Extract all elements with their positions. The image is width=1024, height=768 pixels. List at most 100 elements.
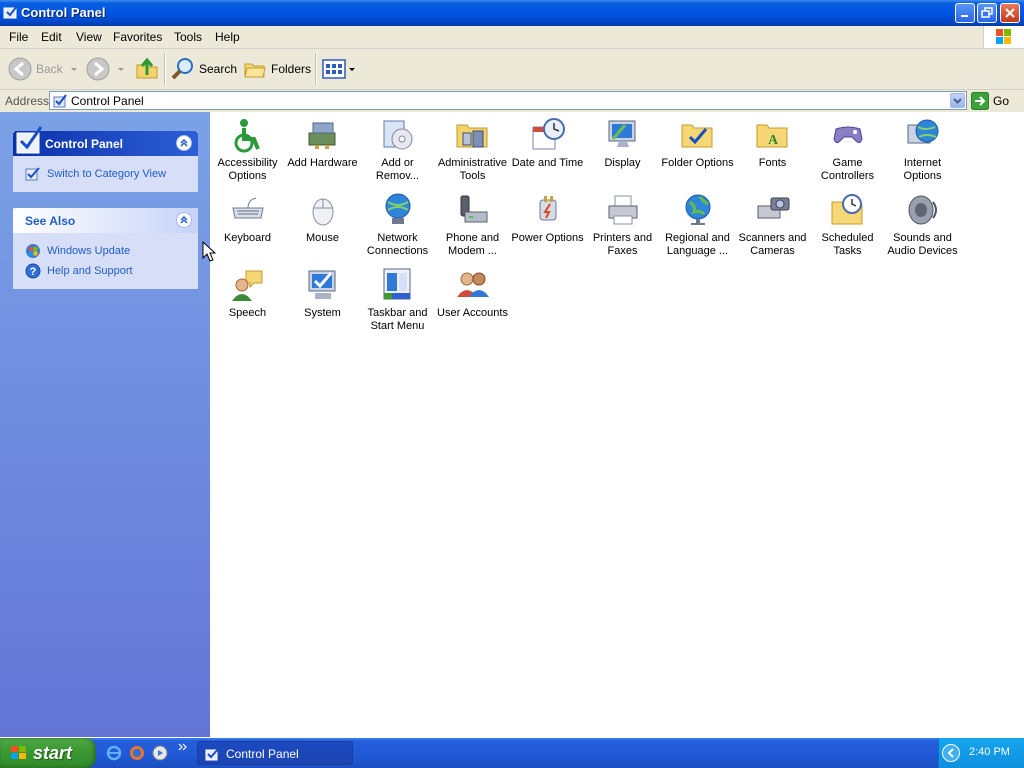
- scanners-and-cameras-item[interactable]: Scanners and Cameras: [735, 189, 810, 261]
- chevron-right-double-icon[interactable]: [178, 742, 188, 752]
- forward-dropdown-icon[interactable]: [116, 64, 126, 74]
- forward-button[interactable]: [86, 55, 126, 83]
- scheduled-tasks-item[interactable]: Scheduled Tasks: [810, 189, 885, 261]
- regional-and-language-item[interactable]: Regional and Language ...: [660, 189, 735, 261]
- views-icon: [322, 59, 346, 79]
- start-button[interactable]: start: [0, 738, 96, 768]
- network-connections-icon: [385, 193, 410, 224]
- taskbar-button-control-panel[interactable]: Control Panel: [197, 741, 353, 765]
- printers-and-faxes-item[interactable]: Printers and Faxes: [585, 189, 660, 261]
- fonts-item[interactable]: A Fonts: [735, 114, 810, 186]
- control-panel-icon: [3, 5, 18, 19]
- go-label: Go: [993, 94, 1010, 108]
- toolbar: Back Search Folders: [0, 49, 1024, 90]
- menu-edit[interactable]: Edit: [41, 30, 62, 44]
- taskbar-start-menu-icon: [383, 268, 410, 300]
- accessibility-options-item[interactable]: Accessibility Options: [210, 114, 285, 186]
- item-label: Printers and Faxes: [592, 232, 653, 257]
- date-time-icon: [532, 118, 565, 150]
- network-connections-item[interactable]: Network Connections: [360, 189, 435, 261]
- keyboard-item[interactable]: Keyboard: [210, 189, 285, 261]
- add-remove-programs-icon: [383, 120, 412, 150]
- game-controllers-item[interactable]: Game Controllers: [810, 114, 885, 186]
- windows-flag-icon: [11, 746, 26, 759]
- windows-logo: [983, 26, 1024, 48]
- taskbar-button-label: Control Panel: [226, 747, 299, 761]
- address-value: Control Panel: [71, 94, 144, 108]
- system-item[interactable]: System: [285, 264, 360, 336]
- menu-tools[interactable]: Tools: [174, 30, 202, 44]
- address-dropdown-button[interactable]: [950, 93, 965, 108]
- display-item[interactable]: Display: [585, 114, 660, 186]
- internet-explorer-icon[interactable]: [106, 745, 122, 761]
- windows-update-link[interactable]: Windows Update: [25, 241, 188, 261]
- restore-button[interactable]: [977, 3, 997, 23]
- speech-item[interactable]: Speech: [210, 264, 285, 336]
- menu-favorites[interactable]: Favorites: [113, 30, 162, 44]
- administrative-tools-item[interactable]: Administrative Tools: [435, 114, 510, 186]
- minimize-icon: [961, 15, 968, 17]
- see-also-title: See Also: [25, 214, 76, 228]
- user-accounts-item[interactable]: User Accounts: [435, 264, 510, 336]
- collapse-button[interactable]: [176, 135, 192, 151]
- see-also-taskbox-header[interactable]: See Also: [13, 208, 198, 233]
- menu-file[interactable]: File: [9, 30, 28, 44]
- minimize-button[interactable]: [955, 3, 975, 23]
- taskbar-and-start-menu-item[interactable]: Taskbar and Start Menu: [360, 264, 435, 336]
- item-label: Speech: [228, 307, 267, 319]
- internet-options-icon: [907, 119, 938, 144]
- item-label: Power Options: [511, 232, 584, 244]
- switch-category-view-link[interactable]: Switch to Category View: [25, 164, 188, 184]
- item-label: Phone and Modem ...: [445, 232, 500, 257]
- back-label: Back: [36, 62, 63, 76]
- media-player-icon[interactable]: [152, 745, 168, 761]
- clock[interactable]: 2:40 PM: [969, 746, 1010, 758]
- control-panel-taskbox-title: Control Panel: [45, 137, 124, 151]
- close-icon: [1005, 8, 1015, 18]
- search-label: Search: [199, 62, 238, 76]
- search-button[interactable]: Search: [171, 55, 237, 83]
- chevron-left-icon: [947, 748, 954, 758]
- folders-label: Folders: [271, 62, 312, 76]
- item-label: Accessibility Options: [217, 157, 278, 182]
- phone-and-modem-item[interactable]: Phone and Modem ...: [435, 189, 510, 261]
- address-input[interactable]: Control Panel: [49, 91, 967, 110]
- go-button[interactable]: Go: [971, 91, 1009, 111]
- menu-view[interactable]: View: [76, 30, 102, 44]
- toolbar-separator: [164, 53, 166, 85]
- collapse-button[interactable]: [176, 212, 192, 228]
- power-options-item[interactable]: Power Options: [510, 189, 585, 261]
- item-label: Regional and Language ...: [665, 232, 730, 257]
- back-button[interactable]: Back: [8, 55, 79, 83]
- item-label: Scheduled Tasks: [821, 232, 874, 257]
- address-label: Address: [5, 94, 50, 108]
- views-button[interactable]: [322, 55, 356, 83]
- title-bar[interactable]: Control Panel: [0, 0, 1024, 26]
- menu-help[interactable]: Help: [215, 30, 240, 44]
- windows-flag-icon: [996, 29, 1011, 44]
- add-remove-programs-item[interactable]: Add or Remov...: [360, 114, 435, 186]
- item-label: Administrative Tools: [437, 157, 508, 182]
- chevron-down-icon: [953, 98, 962, 104]
- item-label: Add or Remov...: [375, 157, 420, 182]
- folder-options-item[interactable]: Folder Options: [660, 114, 735, 186]
- keyboard-icon: [231, 197, 264, 219]
- scheduled-tasks-icon: [831, 194, 862, 225]
- help-and-support-link[interactable]: ? Help and Support: [25, 261, 188, 281]
- accessibility-icon: [234, 119, 260, 153]
- folders-button[interactable]: Folders: [243, 55, 311, 83]
- date-and-time-item[interactable]: Date and Time: [510, 114, 585, 186]
- taskbar: start Control Panel 2:40 PM: [0, 738, 1024, 768]
- close-button[interactable]: [1000, 3, 1020, 23]
- mouse-item[interactable]: Mouse: [285, 189, 360, 261]
- add-hardware-item[interactable]: Add Hardware: [285, 114, 360, 186]
- back-dropdown-icon[interactable]: [69, 64, 79, 74]
- show-hidden-icons-button[interactable]: [942, 744, 960, 762]
- firefox-icon[interactable]: [129, 745, 145, 761]
- internet-options-item[interactable]: Internet Options: [885, 114, 960, 186]
- control-panel-taskbox-header[interactable]: Control Panel: [13, 126, 198, 156]
- control-panel-items: Accessibility Options Add Hardware Add o…: [210, 112, 1024, 737]
- menu-bar: File Edit View Favorites Tools Help: [0, 26, 1024, 49]
- up-folder-button[interactable]: [135, 55, 159, 83]
- sounds-and-audio-devices-item[interactable]: Sounds and Audio Devices: [885, 189, 960, 261]
